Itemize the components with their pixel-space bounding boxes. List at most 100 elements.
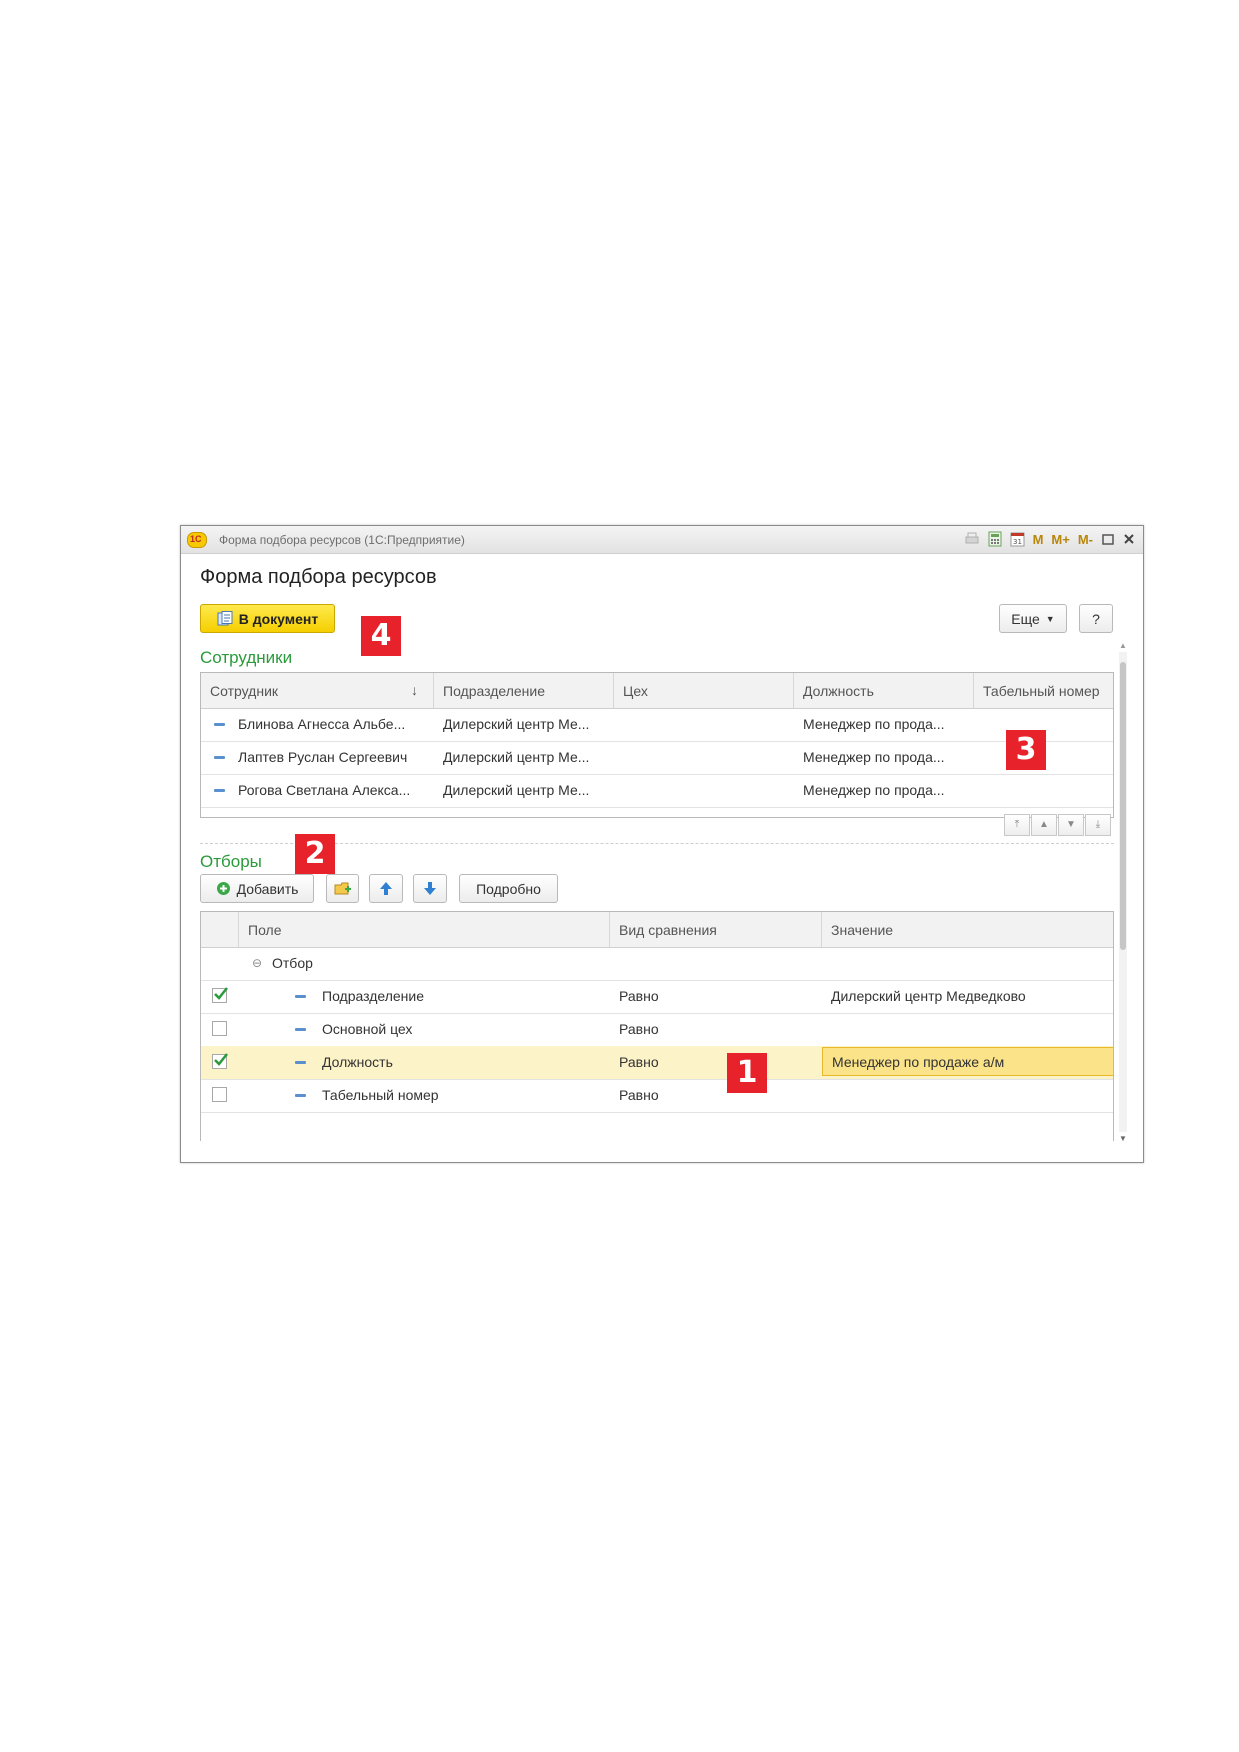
filter-field: Должность: [322, 1054, 393, 1070]
move-up-button[interactable]: [369, 874, 403, 903]
add-group-button[interactable]: [326, 874, 359, 903]
arrow-down-icon: [424, 882, 436, 895]
employee-tab-number: [983, 774, 1113, 807]
col-tab-number[interactable]: Табельный номер: [974, 673, 1113, 708]
filter-value[interactable]: [831, 1079, 1111, 1112]
calculator-icon[interactable]: [988, 530, 1002, 548]
window-titlebar[interactable]: Форма подбора ресурсов (1С:Предприятие) …: [181, 526, 1143, 554]
maximize-icon[interactable]: [1101, 530, 1115, 548]
employee-department: Дилерский центр Ме...: [443, 782, 590, 798]
table-row[interactable]: Рогова Светлана Алекса... Дилерский цент…: [201, 774, 1113, 808]
scroll-down-icon[interactable]: ▼: [1119, 1134, 1127, 1143]
col-value[interactable]: Значение: [822, 912, 1113, 947]
scroll-up-icon[interactable]: ▲: [1119, 641, 1127, 650]
filter-checkbox-checked[interactable]: [212, 987, 228, 1003]
field-item-icon: [295, 995, 306, 998]
employee-department: Дилерский центр Ме...: [443, 749, 590, 765]
field-item-icon: [295, 1061, 306, 1064]
help-button[interactable]: ?: [1079, 604, 1113, 633]
filter-value-input[interactable]: Менеджер по продаже а/м: [822, 1047, 1113, 1076]
print-icon[interactable]: [964, 530, 980, 548]
dropdown-arrow-icon: ▼: [1045, 613, 1055, 624]
memory-plus-icon[interactable]: M+: [1051, 530, 1069, 548]
employee-name: Рогова Светлана Алекса...: [238, 782, 411, 798]
more-button[interactable]: Еще ▼: [999, 604, 1067, 633]
field-item-icon: [295, 1094, 306, 1097]
calendar-icon[interactable]: 31: [1010, 530, 1025, 548]
col-employee[interactable]: Сотрудник ↓: [201, 673, 434, 708]
callout-1: 1: [727, 1053, 767, 1093]
table-row-selected[interactable]: Должность Равно Менеджер по продаже а/м: [201, 1046, 1113, 1080]
employee-workshop: [623, 741, 793, 774]
col-field[interactable]: Поле: [239, 912, 610, 947]
checkmark-icon: [214, 1053, 228, 1066]
employee-department: Дилерский центр Ме...: [443, 716, 590, 732]
filter-field: Табельный номер: [322, 1087, 439, 1103]
selection-form-window: Форма подбора ресурсов (1С:Предприятие) …: [180, 525, 1144, 1163]
row-item-icon: [214, 756, 225, 759]
vertical-scrollbar[interactable]: [1119, 652, 1127, 1132]
move-down-icon[interactable]: ▼: [1058, 814, 1084, 836]
filter-field: Подразделение: [322, 988, 425, 1004]
add-circle-icon: [216, 882, 230, 895]
table-row[interactable]: Блинова Агнесса Альбе... Дилерский центр…: [201, 708, 1113, 742]
table-row[interactable]: Лаптев Руслан Сергеевич Дилерский центр …: [201, 741, 1113, 775]
close-icon[interactable]: [1123, 530, 1135, 548]
col-workshop[interactable]: Цех: [614, 673, 794, 708]
memory-m-icon[interactable]: M: [1033, 530, 1044, 548]
arrow-up-icon: [380, 882, 392, 895]
move-up-icon[interactable]: ▲: [1031, 814, 1057, 836]
field-item-icon: [295, 1028, 306, 1031]
table-row[interactable]: Подразделение Равно Дилерский центр Медв…: [201, 980, 1113, 1014]
table-nav-buttons: ⤒ ▲ ▼ ⤓: [1004, 814, 1114, 836]
memory-minus-icon[interactable]: M-: [1078, 530, 1093, 548]
move-last-icon[interactable]: ⤓: [1085, 814, 1111, 836]
collapse-icon[interactable]: ⊖: [252, 956, 262, 970]
filter-comparison[interactable]: Равно: [619, 1079, 819, 1112]
callout-2: 2: [295, 834, 335, 874]
details-button[interactable]: Подробно: [459, 874, 558, 903]
folder-add-icon: [334, 882, 351, 895]
1c-logo-icon: [187, 532, 207, 548]
window-toolbar: 31 M M+ M-: [964, 530, 1135, 548]
filter-group-row[interactable]: ⊖ Отбор: [201, 947, 1113, 981]
move-down-button[interactable]: [413, 874, 447, 903]
col-position[interactable]: Должность: [794, 673, 974, 708]
callout-3: 3: [1006, 730, 1046, 770]
employees-table: Сотрудник ↓ Подразделение Цех Должность …: [200, 672, 1114, 818]
filters-section-title: Отборы: [200, 852, 262, 871]
filter-comparison[interactable]: Равно: [619, 1013, 819, 1046]
filter-comparison[interactable]: Равно: [619, 980, 819, 1013]
filter-checkbox-checked[interactable]: [212, 1053, 228, 1069]
employee-position: Менеджер по прода...: [803, 716, 945, 732]
scrollbar-thumb[interactable]: [1120, 662, 1126, 950]
filter-field: Основной цех: [322, 1021, 413, 1037]
employee-name: Блинова Агнесса Альбе...: [238, 716, 406, 732]
to-document-button[interactable]: В документ: [200, 604, 335, 633]
col-department[interactable]: Подразделение: [434, 673, 614, 708]
filter-checkbox[interactable]: [212, 1087, 227, 1102]
document-icon: [217, 611, 233, 626]
table-row[interactable]: Основной цех Равно: [201, 1013, 1113, 1047]
table-row[interactable]: Табельный номер Равно: [201, 1079, 1113, 1113]
filter-value[interactable]: Дилерский центр Медведково: [831, 980, 1111, 1013]
employee-position: Менеджер по прода...: [803, 782, 945, 798]
filter-checkbox[interactable]: [212, 1021, 227, 1036]
help-label: ?: [1092, 610, 1100, 627]
filter-group-label: Отбор: [272, 955, 313, 971]
filters-table: Поле Вид сравнения Значение ⊖ Отбор Подр…: [200, 911, 1114, 1141]
window-title: Форма подбора ресурсов (1С:Предприятие): [219, 533, 465, 547]
employee-workshop: [623, 708, 793, 741]
sort-down-icon: ↓: [411, 682, 418, 698]
filters-table-header: Поле Вид сравнения Значение: [201, 912, 1113, 948]
filter-comparison[interactable]: Равно: [619, 1046, 819, 1079]
move-first-icon[interactable]: ⤒: [1004, 814, 1030, 836]
col-comparison[interactable]: Вид сравнения: [610, 912, 822, 947]
row-item-icon: [214, 789, 225, 792]
add-filter-button[interactable]: Добавить: [200, 874, 314, 903]
svg-text:31: 31: [1013, 538, 1022, 546]
col-employee-label: Сотрудник: [210, 683, 279, 699]
section-divider: [200, 843, 1114, 844]
filter-value[interactable]: [831, 1013, 1111, 1046]
add-filter-label: Добавить: [236, 880, 299, 897]
